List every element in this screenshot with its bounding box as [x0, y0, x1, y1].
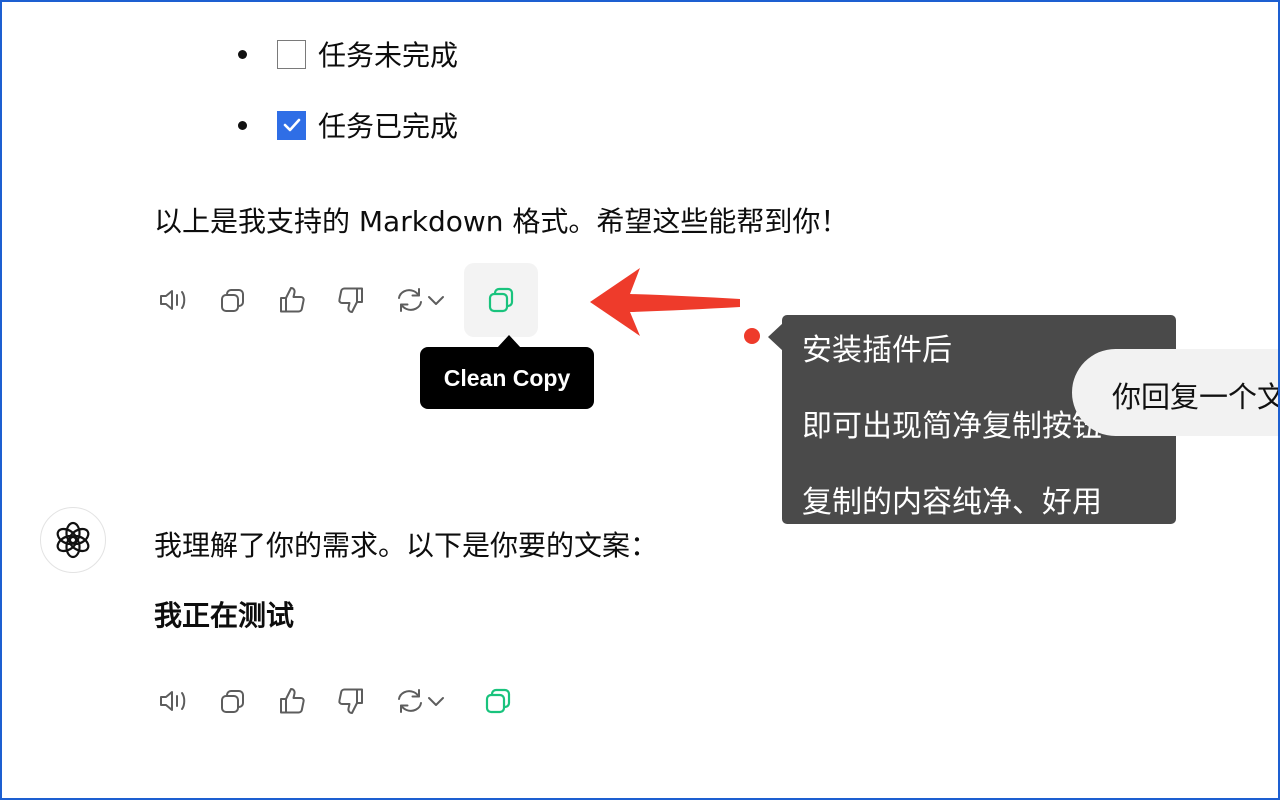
copy-icon: [221, 690, 244, 713]
hotspot-dot: [744, 328, 760, 344]
thumbs-down-button[interactable]: [329, 679, 373, 723]
bullet: [238, 120, 247, 130]
thumbs-up-button[interactable]: [270, 278, 314, 322]
clean-copy-button[interactable]: [474, 677, 522, 725]
thumbs-down-button[interactable]: [329, 278, 373, 322]
task-list-item: 任务未完成: [238, 34, 458, 74]
assistant-message-text: 我理解了你的需求。以下是你要的文案：: [154, 529, 659, 562]
promo-line: 即可出现简净复制按钮: [802, 409, 1102, 444]
clean-copy-tooltip: Clean Copy: [420, 347, 594, 409]
clean-copy-button[interactable]: [464, 263, 538, 337]
promo-line: 安装插件后: [802, 333, 952, 368]
chevron-down-icon: [428, 296, 444, 305]
copy-button[interactable]: [211, 679, 255, 723]
assistant-avatar: [40, 507, 106, 573]
copy-button[interactable]: [211, 278, 255, 322]
callout-pointer: [768, 323, 783, 351]
regenerate-icon: [398, 288, 422, 312]
clean-copy-icon: [488, 287, 514, 313]
copy-icon: [221, 289, 244, 312]
message-heading: 我正在测试: [154, 599, 295, 632]
assistant-message-text: 以上是我支持的 Markdown 格式。希望这些能帮到你！: [154, 205, 849, 238]
task-label: 任务未完成: [318, 39, 459, 72]
regenerate-button[interactable]: [388, 278, 452, 322]
unchecked-checkbox[interactable]: [277, 39, 306, 69]
speaker-icon: [160, 290, 186, 310]
thumbs-down-icon: [338, 688, 363, 714]
chevron-down-icon: [428, 697, 444, 706]
thumbs-up-icon: [280, 287, 305, 313]
thumbs-up-button[interactable]: [270, 679, 314, 723]
regenerate-icon: [398, 689, 422, 713]
promo-line: 复制的内容纯净、好用: [802, 485, 1102, 520]
message-actions: [152, 263, 538, 337]
task-list-item: 任务已完成: [238, 105, 458, 145]
speaker-icon: [160, 691, 186, 711]
red-arrow-icon: [590, 268, 740, 336]
read-aloud-button[interactable]: [152, 278, 196, 322]
screenshot-frame: 任务未完成 任务已完成 以上是我支持的 Markdown 格式。希望这些能帮到你…: [0, 0, 1280, 800]
regenerate-button[interactable]: [388, 679, 452, 723]
message-actions: [152, 677, 522, 725]
thumbs-up-icon: [280, 688, 305, 714]
openai-logo-icon: [56, 521, 90, 559]
checked-checkbox[interactable]: [277, 110, 306, 140]
checkmark-icon: [283, 118, 300, 132]
clean-copy-icon: [485, 688, 511, 714]
read-aloud-button[interactable]: [152, 679, 196, 723]
user-message-text: 你回复一个文: [1112, 380, 1280, 414]
thumbs-down-icon: [338, 287, 363, 313]
bullet: [238, 49, 247, 59]
task-label: 任务已完成: [318, 110, 459, 143]
